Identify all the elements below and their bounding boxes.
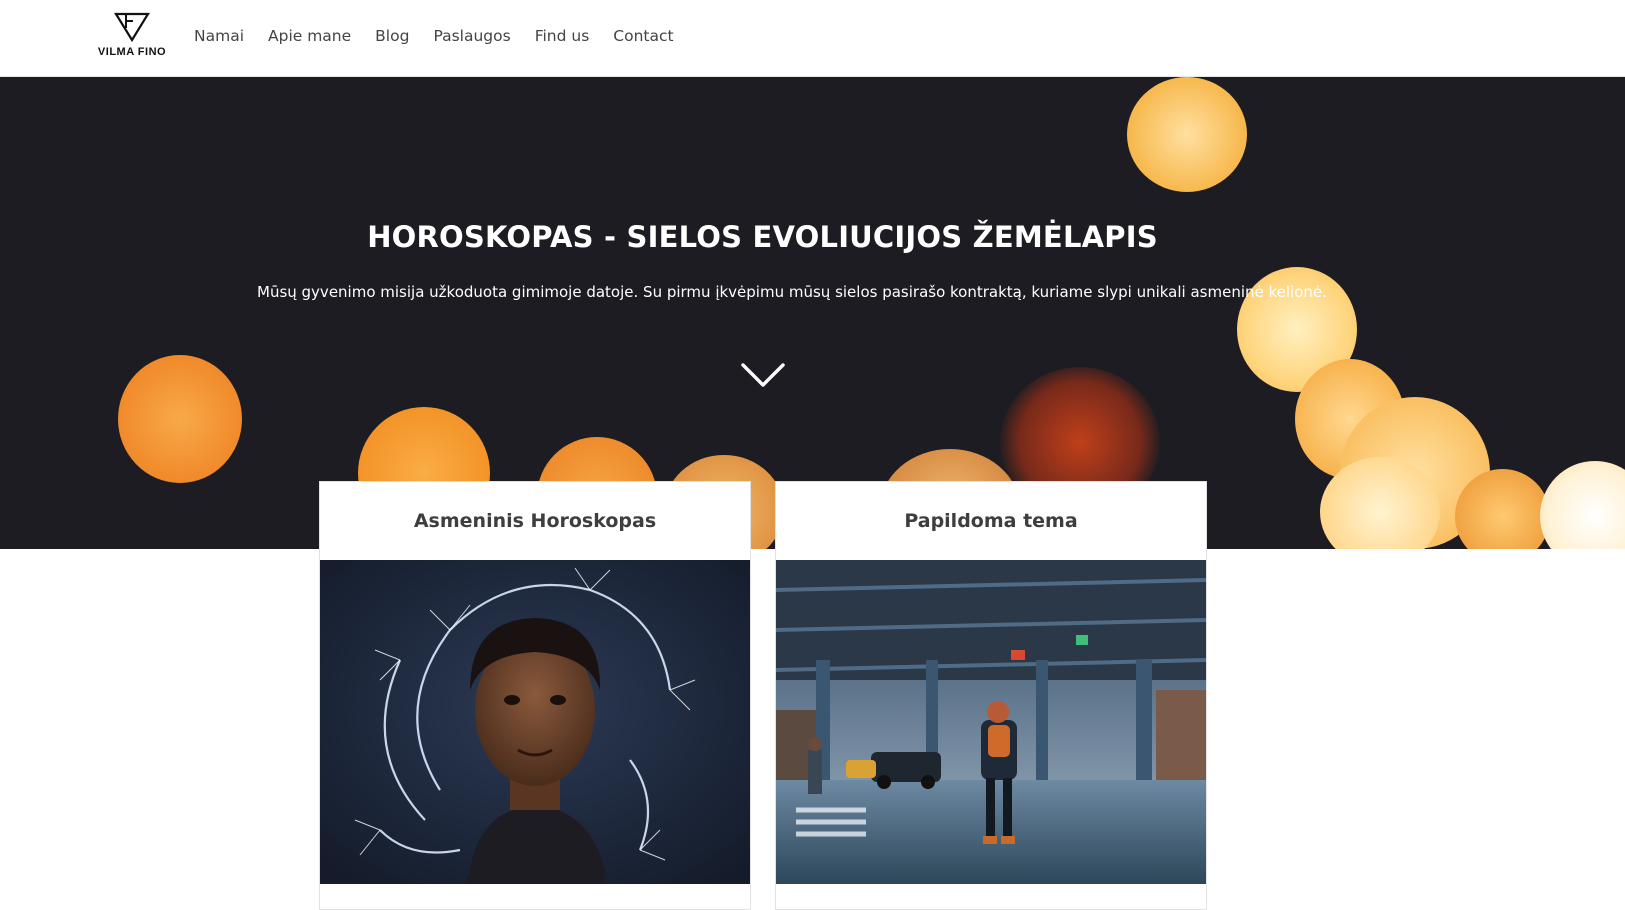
bokeh-light bbox=[1127, 77, 1247, 192]
hero-banner: HOROSKOPAS - SIELOS EVOLIUCIJOS ŽEMĖLAPI… bbox=[0, 77, 1625, 549]
chevron-down-icon[interactable] bbox=[740, 361, 786, 391]
nav-item-blog[interactable]: Blog bbox=[375, 27, 409, 45]
sparkler-portrait-photo[interactable] bbox=[320, 560, 750, 884]
service-card-personal-horoscope[interactable]: Asmeninis Horoskopas bbox=[319, 481, 751, 910]
logo-text: VILMA FINO bbox=[97, 46, 167, 58]
hero-title: HOROSKOPAS - SIELOS EVOLIUCIJOS ŽEMĖLAPI… bbox=[367, 220, 1158, 254]
bokeh-light bbox=[118, 355, 242, 483]
nav-item-find-us[interactable]: Find us bbox=[535, 27, 590, 45]
main-nav: Namai Apie mane Blog Paslaugos Find us C… bbox=[194, 0, 698, 72]
card-title[interactable]: Papildoma tema bbox=[776, 482, 1206, 560]
card-title[interactable]: Asmeninis Horoskopas bbox=[320, 482, 750, 560]
hero-subtitle: Mūsų gyvenimo misija užkoduota gimimoje … bbox=[257, 283, 1327, 301]
logo-mark-icon bbox=[114, 12, 150, 43]
site-logo[interactable]: VILMA FINO bbox=[92, 12, 172, 58]
bokeh-light bbox=[1540, 461, 1625, 549]
nav-item-paslaugos[interactable]: Paslaugos bbox=[433, 27, 510, 45]
bokeh-light bbox=[1455, 469, 1550, 549]
nav-item-contact[interactable]: Contact bbox=[613, 27, 673, 45]
city-street-under-bridge-photo[interactable] bbox=[776, 560, 1206, 884]
nav-item-namai[interactable]: Namai bbox=[194, 27, 244, 45]
site-header: VILMA FINO Namai Apie mane Blog Paslaugo… bbox=[0, 0, 1625, 77]
service-card-additional-topic[interactable]: Papildoma tema bbox=[775, 481, 1207, 910]
nav-item-apie-mane[interactable]: Apie mane bbox=[268, 27, 351, 45]
